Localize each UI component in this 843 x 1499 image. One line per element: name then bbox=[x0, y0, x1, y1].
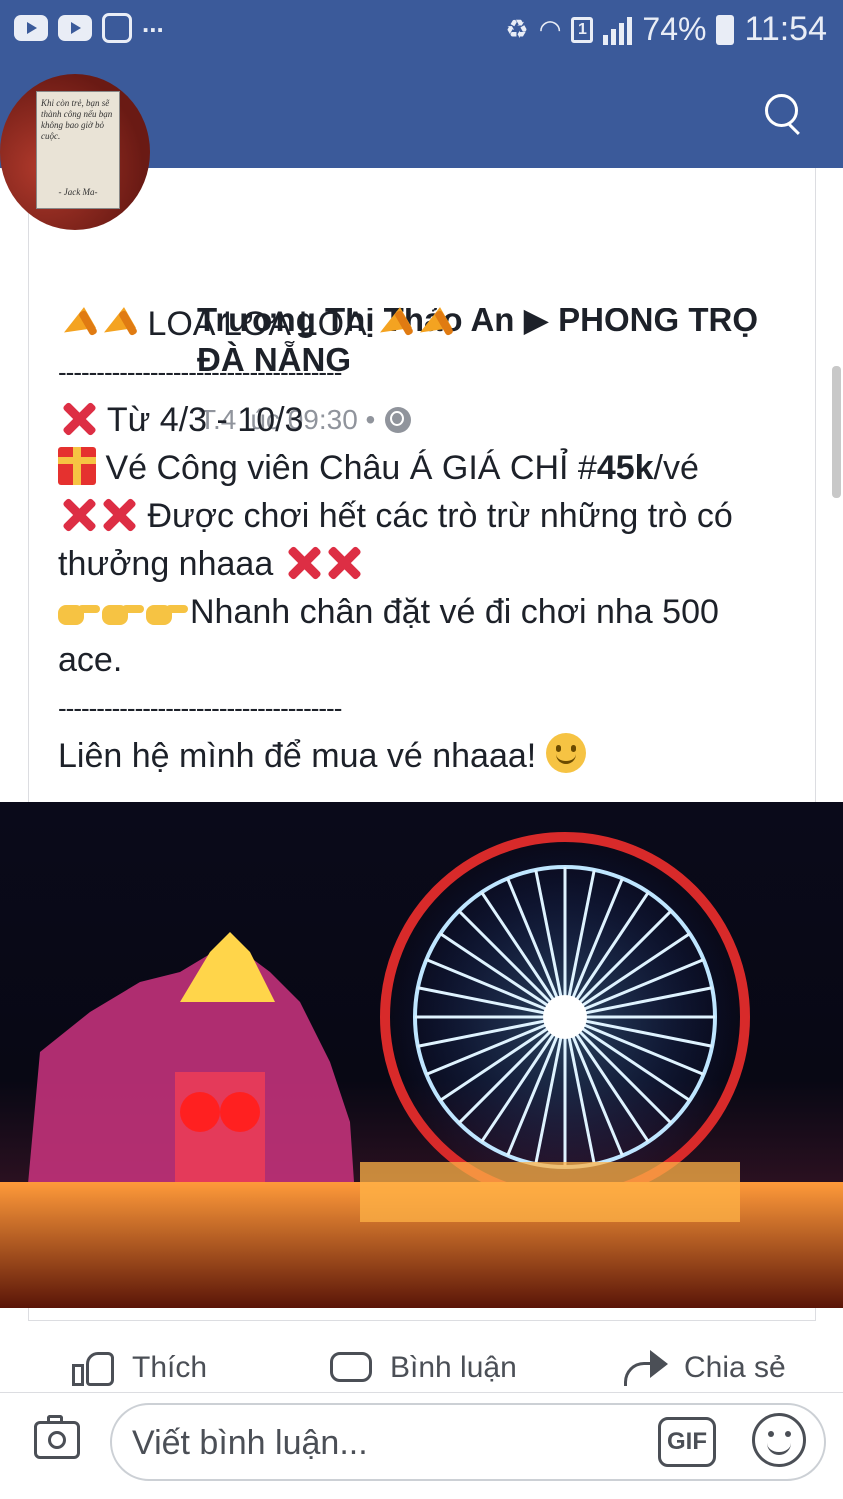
post-hurry: Nhanh chân đặt vé đi chơi nha 500 ace. bbox=[58, 593, 719, 679]
youtube-icon bbox=[58, 15, 92, 41]
search-icon[interactable] bbox=[765, 94, 805, 134]
post-rides: Được chơi hết các trò trừ những trò có t… bbox=[58, 495, 733, 583]
sim-badge: 1 bbox=[571, 16, 594, 43]
pointing-hand-icon bbox=[58, 597, 102, 627]
post-actions: Thích Bình luận Chia sẻ bbox=[0, 1340, 843, 1392]
signal-icon bbox=[603, 15, 633, 45]
avatar[interactable]: Khi còn trẻ, bạn sẽ thành công nếu bạn k… bbox=[0, 74, 150, 230]
battery-icon bbox=[716, 14, 735, 45]
cross-mark-icon bbox=[98, 495, 138, 535]
share-arrow-icon bbox=[622, 1348, 670, 1388]
megaphone-icon bbox=[414, 307, 454, 341]
like-button[interactable]: Thích bbox=[70, 1348, 207, 1388]
divider-line: ------------------------------------- bbox=[58, 357, 342, 387]
share-button[interactable]: Chia sẻ bbox=[622, 1348, 786, 1388]
gif-button[interactable]: GIF bbox=[658, 1417, 716, 1467]
scrollbar[interactable] bbox=[832, 366, 841, 498]
megaphone-icon bbox=[374, 307, 414, 341]
post-contact: Liên hệ mình để mua vé nhaaa! bbox=[58, 732, 788, 780]
comment-bubble-icon bbox=[328, 1348, 376, 1388]
comment-button[interactable]: Bình luận bbox=[328, 1348, 517, 1388]
post-dates: Từ 4/3 - 10/3 bbox=[58, 396, 788, 444]
camera-icon[interactable] bbox=[34, 1415, 80, 1459]
cross-mark-icon bbox=[283, 543, 323, 583]
ferris-wheel-night-image bbox=[0, 832, 843, 1308]
smiley-icon bbox=[545, 733, 586, 773]
wifi-icon: ◠ bbox=[538, 14, 562, 44]
avatar-quote-card: Khi còn trẻ, bạn sẽ thành công nếu bạn k… bbox=[36, 91, 120, 209]
data-saver-icon: ♻ bbox=[505, 14, 529, 44]
thumbs-up-icon bbox=[70, 1348, 118, 1388]
clock: 11:54 bbox=[744, 10, 827, 48]
post-headline: LOA LOA LOA bbox=[58, 300, 788, 348]
app-notification-icon bbox=[102, 13, 132, 43]
pointing-hand-icon bbox=[146, 597, 190, 627]
cross-mark-icon bbox=[58, 495, 98, 535]
cross-mark-icon bbox=[323, 543, 363, 583]
battery-percent: 74% bbox=[642, 11, 707, 47]
emoji-icon[interactable] bbox=[752, 1413, 806, 1467]
comment-box[interactable]: GIF bbox=[110, 1403, 826, 1481]
megaphone-icon bbox=[98, 307, 138, 341]
divider-line: ------------------------------------- bbox=[58, 693, 342, 723]
post-ticket: Vé Công viên Châu Á GIÁ CHỈ #45k/vé bbox=[58, 444, 788, 492]
more-notifications: ... bbox=[142, 7, 164, 38]
megaphone-icon bbox=[58, 307, 98, 341]
gift-icon bbox=[58, 447, 96, 485]
comment-input[interactable] bbox=[130, 1421, 634, 1465]
post-photo[interactable] bbox=[0, 802, 843, 1308]
status-bar: ... ♻ ◠ 1 74% 11:54 bbox=[0, 0, 843, 58]
cross-mark-icon bbox=[58, 399, 98, 439]
youtube-icon bbox=[14, 15, 48, 41]
pointing-hand-icon bbox=[102, 597, 146, 627]
comment-composer: GIF bbox=[0, 1392, 843, 1499]
post-body: LOA LOA LOA ----------------------------… bbox=[58, 300, 788, 780]
